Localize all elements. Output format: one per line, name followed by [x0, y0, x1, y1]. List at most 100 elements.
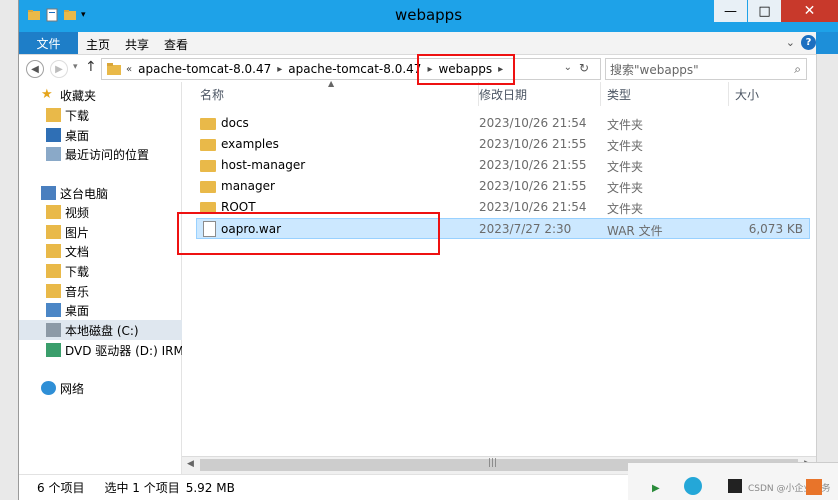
desktop-icon — [46, 128, 61, 142]
overflow-chevron[interactable]: « — [126, 64, 132, 75]
up-icon[interactable]: ↑ — [85, 59, 97, 75]
drive-icon — [46, 323, 61, 337]
nav-network[interactable]: 网络 — [41, 378, 84, 398]
breadcrumb-item[interactable]: apache-tomcat-8.0.47 — [138, 62, 271, 76]
file-name: manager — [221, 179, 275, 193]
nav-this-pc[interactable]: 这台电脑 — [41, 183, 108, 203]
player-icon[interactable] — [684, 477, 702, 495]
nav-favorites[interactable]: ★ 收藏夹 — [41, 85, 96, 105]
tab-file[interactable]: 文件 — [19, 32, 78, 54]
app-icon[interactable] — [728, 479, 742, 493]
column-name[interactable]: 名称 — [194, 82, 479, 106]
ribbon-tabs: 文件 主页 共享 查看 ⌄ ? — [19, 32, 816, 54]
search-input[interactable]: 搜索"webapps" ⌕ — [605, 58, 807, 80]
nav-videos[interactable]: 视频 — [46, 202, 89, 222]
maximize-button[interactable]: □ — [748, 0, 781, 22]
column-size[interactable]: 大小 — [729, 82, 816, 106]
forward-icon[interactable]: ▶ — [50, 60, 68, 78]
media-player-icon[interactable]: ▶ — [652, 483, 660, 494]
ribbon-expand-icon[interactable]: ⌄ — [786, 36, 795, 49]
scroll-left-icon[interactable]: ◀ — [187, 459, 194, 469]
taskbar-tray: ▶ CSDN @小企业服务 — [628, 462, 838, 500]
file-date: 2023/10/26 21:55 — [479, 158, 587, 172]
file-type: 文件夹 — [607, 160, 644, 174]
tab-home[interactable]: 主页 — [86, 36, 110, 53]
file-date: 2023/10/26 21:54 — [479, 200, 587, 214]
table-row[interactable]: manager 2023/10/26 21:55 文件夹 — [196, 176, 810, 197]
address-bar: ◀ ▶ ▾ ↑ « apache-tomcat-8.0.47 ▸ apache-… — [19, 54, 816, 82]
navigation-pane: ★ 收藏夹 下载 桌面 最近访问的位置 这台电脑 视频 图片 文档 下载 音乐 桌… — [19, 82, 184, 474]
breadcrumb-item[interactable]: apache-tomcat-8.0.47 — [288, 62, 421, 76]
nav-recent[interactable]: 最近访问的位置 — [46, 144, 149, 164]
dvd-icon — [46, 343, 61, 357]
tray-app-icon[interactable] — [806, 479, 822, 495]
nav-downloads[interactable]: 下载 — [46, 105, 89, 125]
back-icon[interactable]: ◀ — [26, 60, 44, 78]
table-row[interactable]: docs 2023/10/26 21:54 文件夹 — [196, 113, 810, 134]
folder-icon — [200, 118, 216, 130]
nav-music[interactable]: 音乐 — [46, 281, 89, 301]
video-folder-icon — [46, 205, 61, 219]
file-name: examples — [221, 137, 279, 151]
recent-places-icon — [46, 147, 61, 161]
close-button[interactable]: ✕ — [781, 0, 838, 22]
nav-dvd-drive[interactable]: DVD 驱动器 (D:) IRM — [46, 340, 184, 360]
minimize-button[interactable]: — — [714, 0, 747, 22]
nav-desktop-pc[interactable]: 桌面 — [46, 300, 89, 320]
help-icon[interactable]: ? — [801, 35, 816, 50]
vertical-scrollbar[interactable] — [816, 54, 838, 500]
folder-icon — [107, 63, 121, 75]
tab-share[interactable]: 共享 — [125, 36, 149, 53]
nav-downloads-pc[interactable]: 下载 — [46, 261, 89, 281]
file-date: 2023/10/26 21:54 — [479, 116, 587, 130]
nav-pictures[interactable]: 图片 — [46, 222, 89, 242]
download-folder-icon — [46, 108, 61, 122]
title-bar[interactable]: ▾ webapps — □ ✕ — [19, 0, 838, 32]
tab-view[interactable]: 查看 — [164, 36, 188, 53]
documents-folder-icon — [46, 244, 61, 258]
table-row[interactable]: host-manager 2023/10/26 21:55 文件夹 — [196, 155, 810, 176]
address-dropdown-icon[interactable]: ⌄ — [564, 62, 572, 73]
file-name: host-manager — [221, 158, 306, 172]
music-folder-icon — [46, 284, 61, 298]
file-name: oapro.war — [221, 222, 282, 236]
recent-dropdown-icon[interactable]: ▾ — [73, 62, 78, 72]
file-type: 文件夹 — [607, 139, 644, 153]
column-date[interactable]: 修改日期 — [473, 82, 601, 106]
file-type: 文件夹 — [607, 181, 644, 195]
file-type: 文件夹 — [607, 118, 644, 132]
table-row[interactable]: examples 2023/10/26 21:55 文件夹 — [196, 134, 810, 155]
nav-local-disk[interactable]: 本地磁盘 (C:) — [19, 320, 182, 340]
star-icon: ★ — [41, 87, 53, 102]
table-row[interactable]: ROOT 2023/10/26 21:54 文件夹 — [196, 197, 810, 218]
column-type[interactable]: 类型 — [601, 82, 729, 106]
breadcrumb-separator-icon[interactable]: ▸ — [498, 64, 503, 75]
sort-ascending-icon: ▲ — [328, 79, 335, 88]
refresh-icon[interactable]: ↻ — [579, 61, 589, 75]
folder-icon — [200, 181, 216, 193]
desktop-folder-icon — [46, 303, 61, 317]
file-name: docs — [221, 116, 249, 130]
pictures-folder-icon — [46, 225, 61, 239]
item-count: 6 个项目 — [37, 481, 85, 495]
selected-size: 5.92 MB — [185, 480, 235, 495]
folder-icon — [200, 160, 216, 172]
folder-icon — [200, 139, 216, 151]
file-size: 6,073 KB — [748, 222, 803, 236]
nav-documents[interactable]: 文档 — [46, 241, 89, 261]
breadcrumb-separator-icon[interactable]: ▸ — [427, 64, 432, 75]
search-icon[interactable]: ⌕ — [794, 62, 801, 77]
file-type: 文件夹 — [607, 202, 644, 216]
file-list: 名称 ▲ 修改日期 类型 大小 docs 2023/10/26 21:54 文件… — [182, 79, 816, 474]
file-date: 2023/10/26 21:55 — [479, 179, 587, 193]
folder-icon — [200, 202, 216, 214]
file-date: 2023/10/26 21:55 — [479, 137, 587, 151]
explorer-window: ▾ webapps — □ ✕ 文件 主页 共享 查看 ⌄ ? ◀ ▶ ▾ ↑ … — [0, 0, 838, 500]
address-path[interactable]: « apache-tomcat-8.0.47 ▸ apache-tomcat-8… — [101, 58, 601, 80]
nav-desktop[interactable]: 桌面 — [46, 125, 89, 145]
breadcrumb-separator-icon[interactable]: ▸ — [277, 64, 282, 75]
file-icon — [203, 221, 216, 237]
breadcrumb-item-current[interactable]: webapps — [438, 62, 492, 76]
table-row-selected[interactable]: oapro.war 2023/7/27 2:30 WAR 文件 6,073 KB — [196, 218, 810, 239]
search-placeholder: 搜索"webapps" — [610, 62, 699, 77]
